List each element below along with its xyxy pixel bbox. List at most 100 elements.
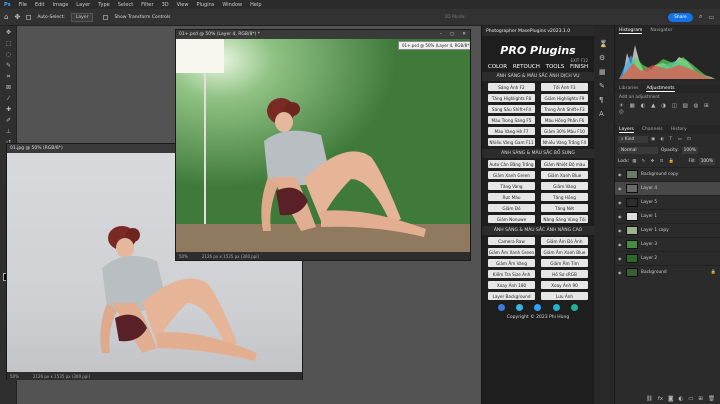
eyedropper-tool-icon[interactable]: ⁄ [3,94,14,103]
advanced-button-1[interactable]: Camera Raw [488,237,535,245]
menu-image[interactable]: Image [49,2,73,8]
doc-back-zoom[interactable]: 50% [10,374,19,379]
advanced-button-3[interactable]: Giảm Âm Xanh Green [488,248,535,256]
menu-window[interactable]: Window [218,2,246,8]
transform-checkbox[interactable] [103,14,109,20]
eye-icon[interactable]: ◉ [618,242,623,247]
fx-icon[interactable]: fx [658,396,663,402]
menu-edit[interactable]: Edit [31,2,49,8]
advanced-button-9[interactable]: Xoay Ảnh 180 [488,281,535,289]
extra-button-1[interactable]: Auto Cân Bằng Trắng [488,160,535,168]
tab-adjustments[interactable]: Adjustments [646,86,675,92]
tab-channels[interactable]: Channels [642,127,663,132]
home-icon[interactable]: ⌂ [4,13,8,21]
workspace-icon[interactable]: ▭ [708,14,714,21]
history-panel-icon[interactable]: ⌛ [599,40,609,48]
crop-tool-icon[interactable]: ⌗ [3,72,14,81]
advanced-button-4[interactable]: Giảm Âm Xanh Blue [541,248,588,256]
lasso-tool-icon[interactable]: ◌ [3,50,14,59]
advanced-button-2[interactable]: Giảm Âm Đỏ Ảnh [541,237,588,245]
basic-button-3[interactable]: Tăng Highlights F8 [488,94,535,102]
quick-select-tool-icon[interactable]: ✎ [3,61,14,70]
fill-value[interactable]: 100% [698,158,715,165]
mask-icon[interactable]: ◙ [668,396,673,402]
extra-button-10[interactable]: Tăng Nét [541,204,588,212]
doc-front-title[interactable]: 01+.psd @ 50% (Layer 4, RGB/8*) * – ▢ ✕ [176,30,470,39]
tab-color[interactable]: COLOR [488,64,507,70]
advanced-button-5[interactable]: Giảm Âm Vàng [488,259,535,267]
basic-button-11[interactable]: Nhiều Vàng Gam F11 [488,138,535,146]
swatches-panel-icon[interactable]: ▦ [599,68,609,76]
doc-front-canvas[interactable]: 01+.psd @ 50% (Layer 4, RGB/8*) * [176,39,470,252]
basic-button-6[interactable]: Trong Ảnh Shift+F3 [541,105,588,113]
exit-button[interactable]: EXIT F12 [570,58,588,63]
advanced-button-12[interactable]: Lưu Ảnh [541,292,588,300]
basic-button-5[interactable]: Sáng Sâu Shift+F4 [488,105,535,113]
extra-button-3[interactable]: Giảm Xanh Green [488,171,535,179]
extra-button-9[interactable]: Giảm Đỏ [488,204,535,212]
move-tool-icon[interactable]: ✥ [3,28,14,37]
menu-plugins[interactable]: Plugins [192,2,218,8]
extra-button-4[interactable]: Giảm Xanh Blue [541,171,588,179]
auto-select-checkbox[interactable] [26,14,32,20]
blend-mode-dropdown[interactable]: Normal [618,147,658,154]
eye-icon[interactable]: ◉ [618,270,623,275]
menu-view[interactable]: View [173,2,193,8]
layer-row[interactable]: ◉ Background copy [615,167,720,181]
menu-select[interactable]: Select [114,2,137,8]
layer-row[interactable]: ◉ Background 🔒 [615,265,720,279]
phone-icon[interactable] [552,304,560,311]
maximize-icon[interactable]: ▢ [446,32,458,37]
stamp-tool-icon[interactable]: ⊥ [3,127,14,136]
ps-logo[interactable]: Ps [0,2,15,8]
web-icon[interactable] [571,304,579,311]
tab-navigator[interactable]: Navigator [650,28,672,33]
adjustment-layer-icon[interactable]: ◐ [678,396,683,402]
properties-panel-icon[interactable]: ⚙ [599,54,609,62]
basic-button-7[interactable]: Màu Trong Sáng F5 [488,116,535,124]
frame-tool-icon[interactable]: ⊠ [3,83,14,92]
basic-button-10[interactable]: Giảm 30% Màu F10 [541,127,588,135]
menu-filter[interactable]: Filter [137,2,157,8]
tab-finish[interactable]: FINISH [570,64,588,70]
tab-history[interactable]: History [671,127,687,132]
advanced-button-10[interactable]: Xoay Ảnh 90 [541,281,588,289]
basic-button-9[interactable]: Màu Vàng Hè F7 [488,127,535,135]
doc-window-front[interactable]: 01+.psd @ 50% (Layer 4, RGB/8*) * – ▢ ✕ [175,29,471,261]
extra-button-2[interactable]: Giảm Nhiệt Độ màu [541,160,588,168]
layer-row[interactable]: ◉ Layer 4 [615,181,720,195]
eye-icon[interactable]: ◉ [618,228,623,233]
tab-histogram[interactable]: Histogram [619,28,643,34]
layer-row[interactable]: ◉ Layer 1 [615,209,720,223]
basic-button-1[interactable]: Sáng Ảnh F2 [488,83,535,91]
eye-icon[interactable]: ◉ [618,172,623,177]
basic-button-8[interactable]: Màu Hồng Phấn F6 [541,116,588,124]
close-icon[interactable]: ✕ [458,32,470,37]
advanced-button-11[interactable]: Layer Background [488,292,535,300]
mail-icon[interactable] [516,304,524,311]
minimize-icon[interactable]: – [436,32,446,37]
menu-type[interactable]: Type [94,2,113,8]
search-icon[interactable]: ⌕ [699,13,702,21]
basic-button-4[interactable]: Giảm Highlights F9 [541,94,588,102]
layer-row[interactable]: ◉ Layer 1 copy [615,223,720,237]
character-panel-icon[interactable]: A [599,110,609,118]
tab-libraries[interactable]: Libraries [619,86,638,91]
group-icon[interactable]: ▭ [688,396,693,402]
eye-icon[interactable]: ◉ [618,214,623,219]
menu-3d[interactable]: 3D [158,2,173,8]
tab-layers[interactable]: Layers [619,127,634,133]
tab-tools[interactable]: TOOLS [546,64,565,70]
advanced-button-8[interactable]: Hồ Sơ sRGB [541,270,588,278]
delete-icon[interactable]: 🗑 [708,396,715,402]
extra-button-5[interactable]: Tăng Vàng [488,182,535,190]
messenger-icon[interactable] [534,304,542,311]
layer-select-dropdown[interactable]: Layer [70,12,94,22]
eye-icon[interactable]: ◉ [618,200,623,205]
extra-button-11[interactable]: Giảm Nonuwe [488,215,535,223]
tab-retouch[interactable]: RETOUCH [513,64,540,70]
share-button[interactable]: Share [667,12,693,22]
filter-icons[interactable]: ▣ ◐ T ▭ ⊡ [651,137,693,142]
menu-layer[interactable]: Layer [72,2,94,8]
extra-button-8[interactable]: Tăng Hồng [541,193,588,201]
